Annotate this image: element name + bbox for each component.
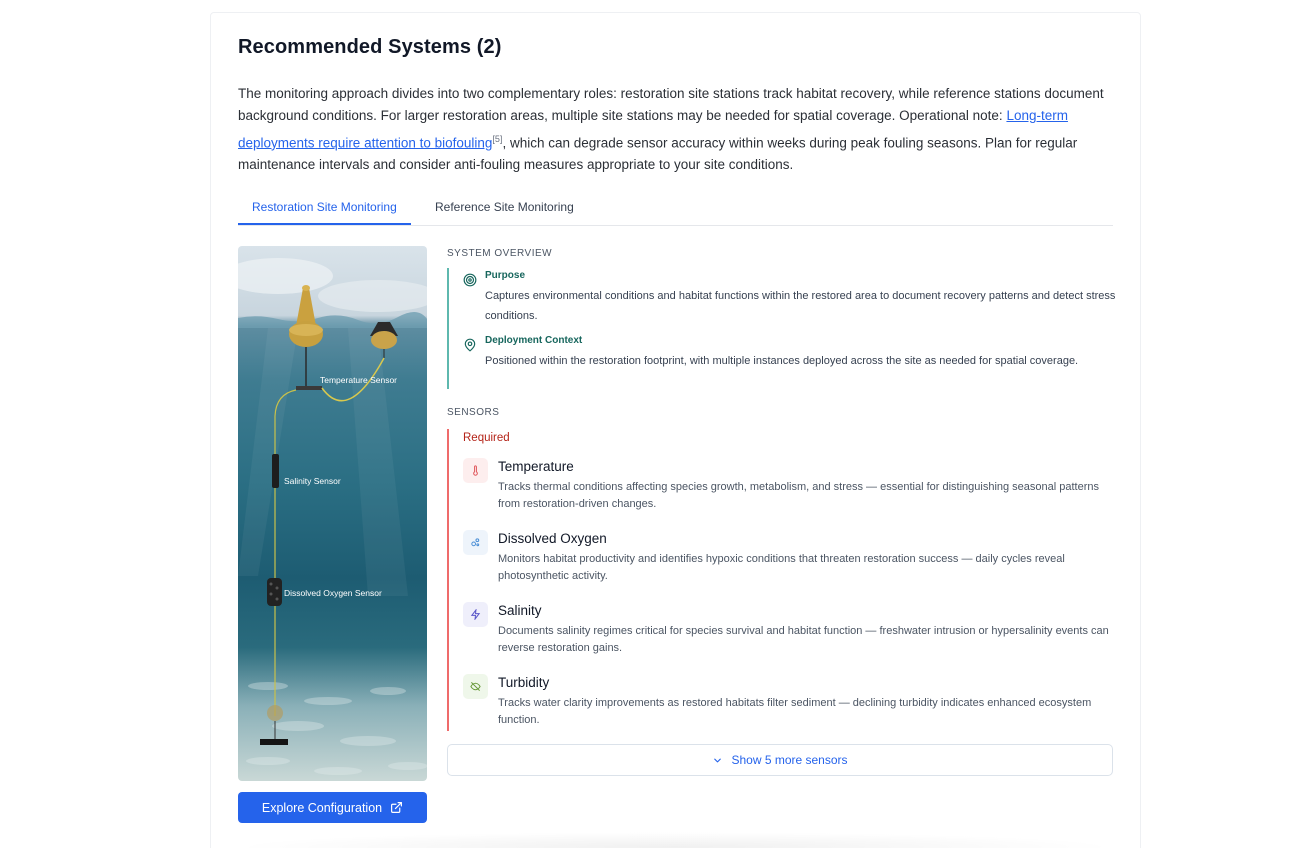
sensor-name: Dissolved Oxygen [498, 531, 607, 546]
purpose-title: Purpose [485, 270, 526, 281]
show-more-sensors-button[interactable]: Show 5 more sensors [447, 744, 1113, 776]
system-overview-heading: SYSTEM OVERVIEW [447, 248, 553, 259]
salinity-sensor-label: Salinity Sensor [284, 476, 341, 486]
sensor-description: Documents salinity regimes critical for … [498, 625, 1109, 654]
card-shadow [230, 832, 1120, 848]
sensor-name: Turbidity [498, 675, 550, 690]
thermometer-icon [463, 458, 488, 483]
citation-5[interactable]: [5] [492, 134, 502, 144]
deployment-context-text: Positioned within the restoration footpr… [485, 355, 1079, 367]
chevron-down-icon [714, 758, 722, 762]
sensor-name: Temperature [498, 459, 574, 474]
sensor-name: Salinity [498, 603, 542, 618]
deployment-context-title: Deployment Context [485, 335, 583, 346]
bolt-icon [463, 602, 488, 627]
sensor-description: Monitors habitat productivity and identi… [498, 553, 1065, 582]
sensor-salinity: Salinity Documents salinity regimes crit… [463, 602, 1113, 662]
sensor-dissolved-oxygen: Dissolved Oxygen Monitors habitat produc… [463, 530, 1113, 590]
sensors-heading: SENSORS [447, 407, 500, 418]
sensor-description: Tracks thermal conditions affecting spec… [498, 481, 1100, 510]
sensor-temperature: Temperature Tracks thermal conditions af… [463, 458, 1113, 518]
sensor-description: Tracks water clarity improvements as res… [498, 697, 1092, 726]
explore-configuration-label: Explore Configuration [261, 800, 383, 815]
show-more-sensors-label: Show 5 more sensors [731, 753, 848, 767]
temperature-sensor-label: Temperature Sensor [320, 375, 397, 385]
external-link-icon [391, 802, 403, 813]
dissolved-oxygen-sensor-label: Dissolved Oxygen Sensor [284, 588, 382, 598]
tab-restoration-site[interactable]: Restoration Site Monitoring [238, 194, 411, 225]
intro-text-1: The monitoring approach divides into two… [238, 86, 1104, 124]
eye-off-icon [463, 674, 488, 699]
required-sensors: Required Temperature Tracks thermal cond… [447, 429, 1113, 731]
bubbles-icon [463, 530, 488, 555]
map-pin-icon [464, 338, 476, 352]
intro-paragraph: The monitoring approach divides into two… [238, 83, 1113, 177]
section-title: Recommended Systems (2) [238, 36, 502, 58]
target-icon [463, 273, 477, 287]
explore-configuration-button[interactable]: Explore Configuration [238, 792, 427, 823]
tab-reference-site[interactable]: Reference Site Monitoring [421, 194, 588, 225]
purpose-text: Captures environmental conditions and ha… [485, 290, 1116, 322]
system-overview: Purpose Captures environmental condition… [447, 268, 1115, 389]
required-label: Required [463, 432, 510, 444]
system-tabs: Restoration Site Monitoring Reference Si… [238, 194, 1113, 226]
sensor-turbidity: Turbidity Tracks water clarity improveme… [463, 674, 1113, 734]
buoy-system-illustration: Temperature Sensor Salinity Sensor Disso… [238, 246, 427, 781]
